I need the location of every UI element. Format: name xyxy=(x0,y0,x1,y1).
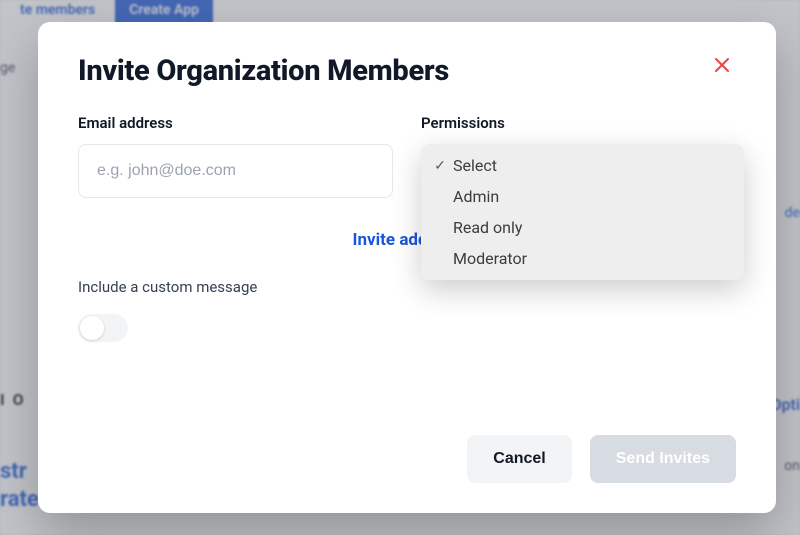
check-icon: ✓ xyxy=(431,158,449,174)
permissions-dropdown[interactable]: ✓ Select Admin Read only Moderator xyxy=(421,144,744,280)
dropdown-item-admin[interactable]: Admin xyxy=(421,181,744,212)
dropdown-item-readonly[interactable]: Read only xyxy=(421,212,744,243)
dropdown-item-moderator[interactable]: Moderator xyxy=(421,243,744,274)
modal-title: Invite Organization Members xyxy=(78,54,449,88)
dropdown-item-label: Read only xyxy=(453,218,522,237)
dropdown-item-label: Select xyxy=(453,156,497,175)
close-icon xyxy=(714,57,730,73)
permissions-label: Permissions xyxy=(421,114,736,132)
close-button[interactable] xyxy=(708,54,736,80)
send-invites-button[interactable]: Send Invites xyxy=(590,435,736,483)
dropdown-item-label: Moderator xyxy=(453,249,527,268)
cancel-button[interactable]: Cancel xyxy=(467,435,571,483)
dropdown-item-select[interactable]: ✓ Select xyxy=(421,150,744,181)
custom-message-label: Include a custom message xyxy=(78,278,736,296)
toggle-knob xyxy=(80,316,104,340)
email-input[interactable] xyxy=(78,144,393,198)
custom-message-toggle[interactable] xyxy=(78,314,128,342)
email-label: Email address xyxy=(78,114,393,132)
invite-modal: Invite Organization Members Email addres… xyxy=(38,22,776,513)
dropdown-item-label: Admin xyxy=(453,187,499,206)
